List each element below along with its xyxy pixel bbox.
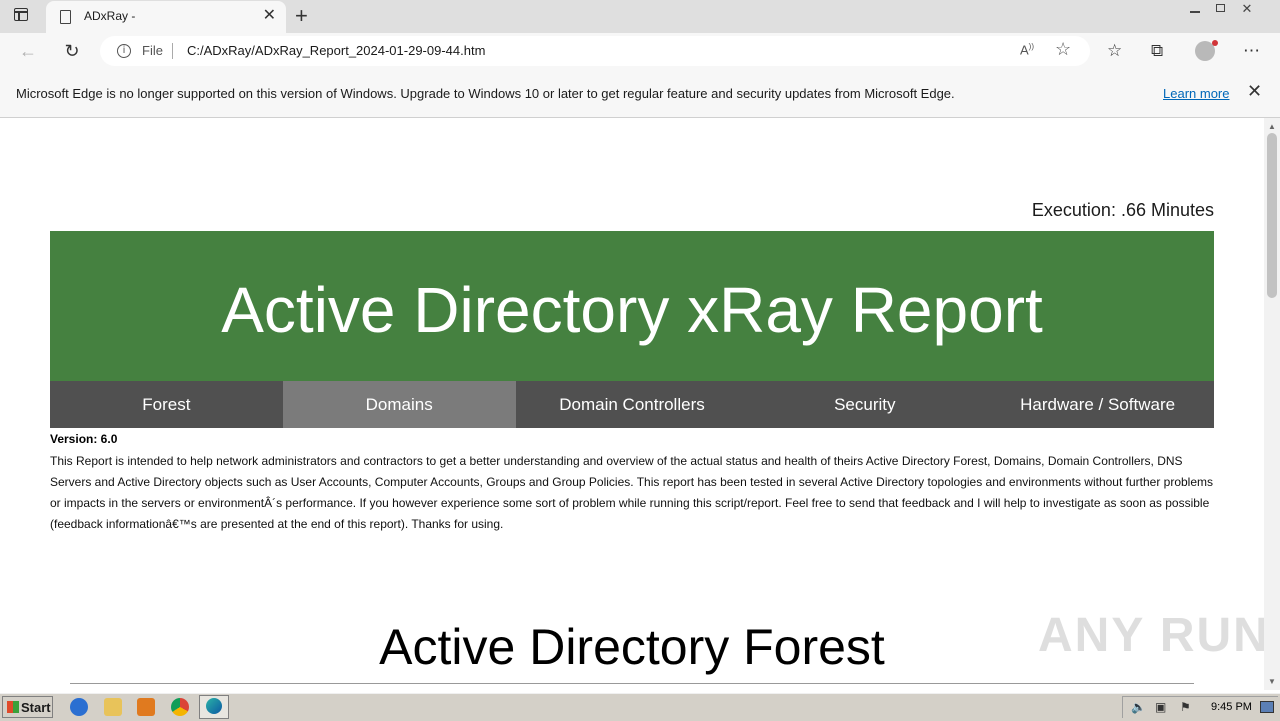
section-divider — [70, 683, 1194, 684]
tab-close-icon[interactable]: ✕ — [263, 7, 276, 25]
refresh-icon[interactable]: ↻ — [60, 39, 84, 63]
report-title: Active Directory xRay Report — [50, 231, 1214, 381]
back-icon[interactable]: ← — [16, 39, 40, 63]
document-icon — [60, 10, 71, 24]
taskbar: Start 🔈 ▣ ⚑ 9:45 PM — [0, 693, 1280, 721]
learn-more-link[interactable]: Learn more — [1163, 86, 1229, 101]
scroll-down-icon[interactable]: ▼ — [1268, 677, 1276, 686]
edge-icon — [206, 698, 222, 714]
new-tab-icon[interactable]: + — [295, 3, 308, 29]
scroll-up-icon[interactable]: ▲ — [1268, 122, 1276, 131]
window-controls: ✕ — [1182, 0, 1260, 20]
media-player-icon[interactable] — [137, 698, 155, 716]
address-bar[interactable]: i File C:/ADxRay/ADxRay_Report_2024-01-2… — [100, 36, 1090, 66]
chrome-icon[interactable] — [171, 698, 189, 716]
network-icon[interactable]: ▣ — [1155, 701, 1169, 714]
infobar-close-icon[interactable]: ✕ — [1247, 81, 1262, 102]
execution-time: Execution: .66 Minutes — [1031, 200, 1214, 220]
start-button[interactable]: Start — [2, 696, 53, 718]
show-desktop-icon[interactable] — [1260, 701, 1274, 713]
read-aloud-icon[interactable]: A)) — [1020, 42, 1034, 57]
browser-tab[interactable]: ADxRay - ✕ — [46, 1, 286, 33]
info-icon[interactable]: i — [117, 44, 131, 58]
folder-icon[interactable] — [104, 698, 122, 716]
profile-avatar[interactable] — [1195, 40, 1218, 61]
tab-title: ADxRay - — [84, 9, 136, 23]
browser-toolbar: ← ↻ i File C:/ADxRay/ADxRay_Report_2024-… — [0, 33, 1280, 70]
maximize-icon[interactable] — [1208, 0, 1234, 18]
url-text[interactable]: C:/ADxRay/ADxRay_Report_2024-01-29-09-44… — [187, 43, 485, 58]
flag-icon[interactable]: ⚑ — [1180, 701, 1194, 714]
internet-explorer-icon[interactable] — [70, 698, 88, 716]
favorites-icon[interactable]: ☆ — [1107, 39, 1122, 63]
report-description: This Report is intended to help network … — [50, 454, 1214, 531]
address-divider — [172, 43, 173, 59]
report-nav: Forest Domains Domain Controllers Securi… — [50, 381, 1214, 428]
page-viewport: Execution: .66 Minutes Active Directory … — [0, 118, 1264, 690]
address-prefix: File — [142, 43, 163, 58]
volume-icon[interactable]: 🔈 — [1131, 701, 1146, 714]
nav-forest[interactable]: Forest — [50, 381, 283, 428]
clock[interactable]: 9:45 PM — [1211, 701, 1252, 713]
add-favorite-icon[interactable]: ☆ — [1055, 39, 1071, 60]
start-label: Start — [21, 700, 51, 715]
unsupported-infobar: Microsoft Edge is no longer supported on… — [0, 70, 1280, 118]
scroll-thumb[interactable] — [1267, 133, 1277, 298]
nav-domain-controllers[interactable]: Domain Controllers — [516, 381, 749, 428]
windows-logo-icon — [7, 701, 19, 713]
more-menu-icon[interactable]: ⋯ — [1243, 39, 1260, 63]
report-version: Version: 6.0 — [50, 432, 118, 446]
taskbar-edge-button[interactable] — [199, 695, 229, 719]
tab-actions-icon[interactable] — [14, 8, 28, 21]
page-scrollbar[interactable]: ▲ ▼ — [1264, 118, 1280, 690]
close-window-icon[interactable]: ✕ — [1234, 0, 1260, 18]
nav-domains[interactable]: Domains — [282, 381, 516, 428]
collections-icon[interactable]: ⧉ — [1151, 39, 1163, 63]
minimize-icon[interactable] — [1182, 0, 1208, 18]
nav-security[interactable]: Security — [748, 381, 981, 428]
system-tray: 🔈 ▣ ⚑ 9:45 PM — [1122, 696, 1278, 718]
nav-hardware-software[interactable]: Hardware / Software — [981, 381, 1214, 428]
tab-strip: ADxRay - ✕ + ✕ — [0, 0, 1280, 33]
anyrun-watermark: ANY RUN — [1038, 609, 1270, 662]
infobar-message: Microsoft Edge is no longer supported on… — [16, 86, 955, 101]
